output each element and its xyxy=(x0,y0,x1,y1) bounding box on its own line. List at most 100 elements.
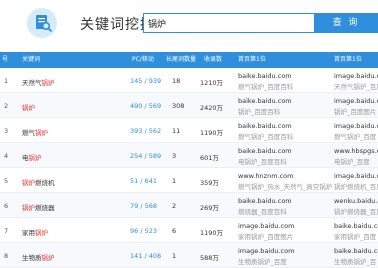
indexed-count: 359万 xyxy=(200,179,219,187)
table-row[interactable]: 7 家用锅炉 96 / 523 6 1190万 image.baidu.com 家用锅炉_百… xyxy=(0,218,378,243)
rank1-page-title[interactable]: 燃气锅炉_热水_天然气_真空锅炉 xyxy=(238,181,332,191)
indexed-count: 1210万 xyxy=(200,79,224,87)
table-header: 号 关键词 PC/移动 长尾词数量 收录数 首页第1位 首页第1位 xyxy=(0,52,378,68)
keyword-highlight: 锅炉 xyxy=(22,179,35,187)
rank1b-page-title[interactable]: 锅炉燃烧器_百度 xyxy=(334,206,378,216)
rank1b-page-title[interactable]: 家用锅炉_百度 xyxy=(334,231,376,241)
rank1-domain-link[interactable]: www.hnznm.com xyxy=(238,172,293,180)
rank1b-page-title[interactable]: 锅炉燃烧机_百度 xyxy=(334,181,378,191)
keyword-link[interactable]: 天然气锅炉 xyxy=(22,77,55,87)
column-header-indexed-count[interactable]: 收录数 xyxy=(204,52,222,68)
keyword-prefix: 燃气 xyxy=(22,129,35,137)
table-row[interactable]: 2 锅炉 490 / 569 308 2420万 baike.baidu.com 锅炉_百度… xyxy=(0,93,378,118)
longtail-count: 6 xyxy=(172,227,177,235)
indexed-count: 1190万 xyxy=(200,129,224,137)
column-header-pc-mobile[interactable]: PC/移动 xyxy=(132,52,154,68)
search-button[interactable]: 查 询 xyxy=(314,13,378,33)
rank1b-page-title[interactable]: 天然气锅炉_百度 xyxy=(334,81,378,91)
indexed-count: 601万 xyxy=(200,154,219,162)
table-row[interactable]: 4 电锅炉 254 / 589 3 601万 baike.baidu.com 电锅炉_百度百… xyxy=(0,143,378,168)
rank1-domain-link[interactable]: image.baidu.com xyxy=(238,247,294,255)
row-index: 4 xyxy=(4,152,9,160)
keyword-suffix: 燃烧器 xyxy=(35,204,55,212)
rank1-domain-link[interactable]: baike.baidu.com xyxy=(238,147,292,155)
keyword-link[interactable]: 燃气锅炉 xyxy=(22,127,48,137)
column-header-keyword[interactable]: 关键词 xyxy=(22,52,40,68)
keyword-link[interactable]: 电锅炉 xyxy=(22,152,42,162)
rank1b-page-title[interactable]: 生物质锅炉_百 xyxy=(334,256,376,266)
header: 关键词挖掘 查 询 xyxy=(0,0,378,48)
rank1b-domain-link[interactable]: baike.baidu.com xyxy=(334,222,378,230)
logo xyxy=(27,8,57,38)
rank1-domain-link[interactable]: baike.baidu.com xyxy=(238,97,292,105)
pc-mobile-value[interactable]: 393 / 562 xyxy=(130,127,161,135)
row-index: 1 xyxy=(4,77,9,85)
longtail-count: 18 xyxy=(172,77,181,85)
indexed-count: 1190万 xyxy=(200,229,224,237)
table-row[interactable]: 5 锅炉燃烧机 51 / 641 1 359万 www.hnznm.com 燃气锅炉_热水_… xyxy=(0,168,378,193)
rank1-domain-link[interactable]: baike.baidu.com xyxy=(238,197,292,205)
pc-mobile-value[interactable]: 51 / 641 xyxy=(130,177,157,185)
row-index: 5 xyxy=(4,177,9,185)
row-index: 6 xyxy=(4,202,9,210)
rank1b-domain-link[interactable]: image.baidu.com xyxy=(334,172,378,180)
keyword-highlight: 锅炉 xyxy=(41,79,55,87)
column-header-index: 号 xyxy=(2,56,9,63)
keyword-link[interactable]: 家用锅炉 xyxy=(22,227,48,237)
column-header-rank1-b: 首页第1位 xyxy=(334,56,362,63)
keyword-highlight: 锅炉 xyxy=(35,129,48,137)
longtail-count: 11 xyxy=(172,127,181,135)
column-header-rank1-a: 首页第1位 xyxy=(238,56,266,63)
pc-mobile-value[interactable]: 145 / 939 xyxy=(130,77,161,85)
pc-mobile-value[interactable]: 490 / 569 xyxy=(130,102,161,110)
table-row[interactable]: 8 生物质锅炉 141 / 408 1 588万 image.baidu.com 生物质锅炉… xyxy=(0,243,378,268)
keyword-link[interactable]: 锅炉燃烧机 xyxy=(22,177,55,187)
rank1-domain-link[interactable]: baike.baidu.com xyxy=(238,72,292,80)
rank1-domain-link[interactable]: image.baidu.com xyxy=(238,222,294,230)
rank1-page-title[interactable]: 燃烧器_百度百科 xyxy=(238,206,287,216)
keyword-highlight: 锅炉 xyxy=(22,204,35,212)
rank1b-page-title[interactable]: 电锅炉_百度 xyxy=(334,156,370,166)
search-document-icon xyxy=(36,15,52,32)
longtail-count: 1 xyxy=(172,177,177,185)
pc-mobile-value[interactable]: 254 / 589 xyxy=(130,152,161,160)
keyword-link[interactable]: 锅炉 xyxy=(22,102,35,112)
rank1-page-title[interactable]: 锅炉_百度百科 xyxy=(238,106,280,116)
longtail-count: 308 xyxy=(172,102,185,110)
keyword-prefix: 家用 xyxy=(22,229,35,237)
pc-mobile-value[interactable]: 79 / 568 xyxy=(130,202,157,210)
rank1-page-title[interactable]: 家用锅炉_百度图片 xyxy=(238,231,293,241)
rank1b-domain-link[interactable]: image.baidu.com xyxy=(334,122,378,130)
rank1-page-title[interactable]: 燃气锅炉_百度百科 xyxy=(238,131,293,141)
row-index: 8 xyxy=(4,252,9,260)
longtail-count: 1 xyxy=(172,252,177,260)
indexed-count: 269万 xyxy=(200,204,219,212)
longtail-count: 3 xyxy=(172,152,177,160)
table-row[interactable]: 6 锅炉燃烧器 79 / 568 2 269万 baike.baidu.com 燃烧器_百度… xyxy=(0,193,378,218)
rank1-page-title[interactable]: 电锅炉_百度百科 xyxy=(238,156,287,166)
table-row[interactable]: 1 天然气锅炉 145 / 939 18 1210万 baike.baidu.com 燃气锅… xyxy=(0,68,378,93)
keyword-link[interactable]: 锅炉燃烧器 xyxy=(22,202,55,212)
rank1b-page-title[interactable]: 燃气锅炉_百度 xyxy=(334,131,376,141)
rank1-page-title[interactable]: 生物质锅炉_百度 xyxy=(238,256,287,266)
pc-mobile-value[interactable]: 96 / 523 xyxy=(130,227,157,235)
rank1b-page-title[interactable]: 锅炉_百度图片 xyxy=(334,106,376,116)
results-table: 1 天然气锅炉 145 / 939 18 1210万 baike.baidu.com 燃气锅… xyxy=(0,68,378,268)
keyword-highlight: 锅炉 xyxy=(35,229,48,237)
rank1b-domain-link[interactable]: wenku.baidu.com xyxy=(334,197,378,205)
rank1b-domain-link[interactable]: baike.baidu.com xyxy=(334,247,378,255)
rank1b-domain-link[interactable]: image.baidu.com xyxy=(334,72,378,80)
table-row[interactable]: 3 燃气锅炉 393 / 562 11 1190万 baike.baidu.com 燃气锅炉… xyxy=(0,118,378,143)
row-index: 7 xyxy=(4,227,9,235)
keyword-prefix: 天然气 xyxy=(22,79,42,87)
row-index: 2 xyxy=(4,102,9,110)
rank1b-domain-link[interactable]: image.baidu.com xyxy=(334,97,378,105)
rank1-page-title[interactable]: 燃气锅炉_百度百科 xyxy=(238,81,293,91)
keyword-highlight: 锅炉 xyxy=(28,154,42,162)
row-index: 3 xyxy=(4,127,9,135)
search-input[interactable] xyxy=(143,13,315,33)
rank1b-domain-link[interactable]: www.hbspgs.com xyxy=(334,147,378,155)
column-header-longtail-count[interactable]: 长尾词数量 xyxy=(166,52,196,68)
pc-mobile-value[interactable]: 141 / 408 xyxy=(130,252,161,260)
rank1-domain-link[interactable]: baike.baidu.com xyxy=(238,122,292,130)
